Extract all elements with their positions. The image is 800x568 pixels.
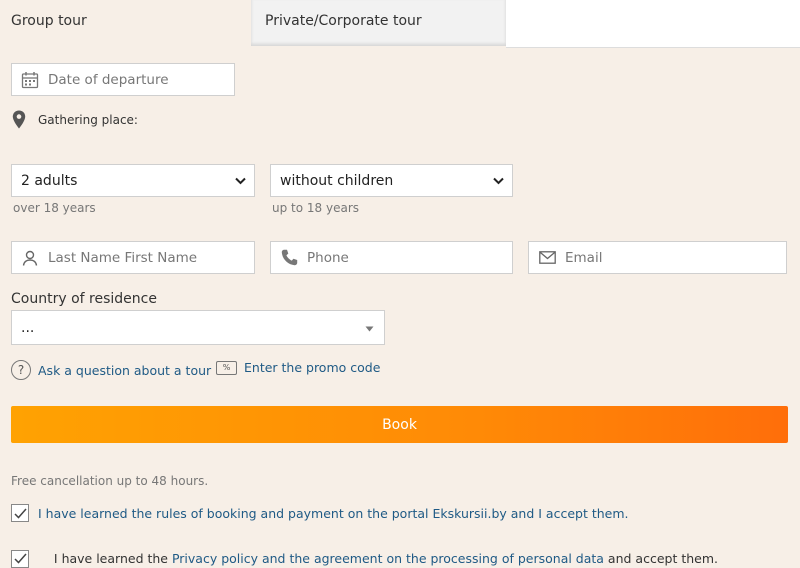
checkmark-icon — [13, 553, 27, 564]
envelope-icon — [529, 251, 565, 264]
gathering-place-label: Gathering place: — [38, 112, 138, 127]
gathering-place: Gathering place: — [12, 110, 138, 129]
tab-group-tour[interactable]: Group tour — [0, 0, 251, 48]
children-select[interactable]: without children — [270, 164, 513, 197]
email-placeholder: Email — [565, 249, 603, 266]
name-placeholder: Last Name First Name — [48, 249, 198, 266]
country-select-value: ... — [21, 319, 35, 336]
rules-consent-link[interactable]: I have learned the rules of booking and … — [38, 506, 629, 521]
tab-private-corporate-tour[interactable]: Private/Corporate tour — [251, 0, 506, 46]
country-select[interactable]: ... — [11, 310, 385, 345]
privacy-consent-suffix: and accept them. — [603, 551, 718, 566]
promo-code-link[interactable]: % Enter the promo code — [216, 360, 380, 375]
promo-ticket-icon: % — [216, 360, 237, 375]
name-field[interactable]: Last Name First Name — [11, 241, 255, 274]
rules-consent-checkbox[interactable] — [11, 504, 29, 522]
tabs-empty-area — [506, 0, 800, 48]
chevron-down-icon — [493, 173, 504, 189]
map-pin-icon — [12, 110, 26, 129]
rules-consent: I have learned the rules of booking and … — [11, 504, 629, 522]
adults-select-value: 2 adults — [21, 172, 78, 189]
checkmark-icon — [13, 508, 27, 519]
promo-code-label: Enter the promo code — [244, 360, 381, 375]
children-hint: up to 18 years — [272, 201, 360, 215]
adults-select[interactable]: 2 adults — [11, 164, 255, 197]
privacy-consent-checkbox[interactable] — [11, 549, 29, 568]
phone-placeholder: Phone — [307, 249, 349, 266]
date-of-departure-placeholder: Date of departure — [48, 71, 169, 88]
adults-hint: over 18 years — [13, 201, 96, 215]
email-field[interactable]: Email — [528, 241, 787, 274]
question-icon: ? — [11, 360, 31, 380]
privacy-consent-prefix: I have learned the — [53, 551, 172, 566]
ask-question-link[interactable]: ? Ask a question about a tour — [11, 360, 211, 380]
user-icon — [12, 250, 48, 266]
privacy-policy-link[interactable]: Privacy policy and the agreement on the … — [172, 551, 604, 566]
caret-down-icon — [365, 320, 374, 336]
children-select-value: without children — [280, 172, 394, 189]
date-of-departure-field[interactable]: Date of departure — [11, 63, 235, 96]
calendar-icon — [12, 71, 48, 89]
book-button[interactable]: Book — [11, 406, 788, 443]
privacy-consent-text: I have learned the Privacy policy and th… — [38, 536, 718, 568]
cancellation-note: Free cancellation up to 48 hours. — [11, 474, 209, 488]
ask-question-label: Ask a question about a tour — [38, 362, 212, 378]
phone-icon — [271, 249, 307, 266]
chevron-down-icon — [235, 173, 246, 189]
phone-field[interactable]: Phone — [270, 241, 513, 274]
privacy-consent: I have learned the Privacy policy and th… — [11, 536, 718, 568]
tour-type-tabs: Group tour Private/Corporate tour — [0, 0, 800, 48]
country-label: Country of residence — [11, 291, 157, 307]
